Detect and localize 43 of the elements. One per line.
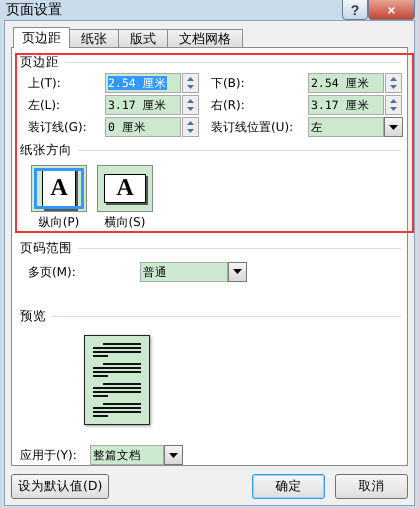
orientation-button[interactable]: A — [97, 165, 153, 212]
orientation-button[interactable]: A — [31, 165, 87, 212]
dialog-button[interactable]: 设为默认值(D) — [11, 474, 110, 499]
dropdown-button[interactable] — [164, 445, 183, 465]
tab[interactable]: 文档网格 — [167, 29, 243, 47]
field-label: 装订线位置(U): — [210, 119, 294, 136]
caret-down-icon — [169, 452, 178, 458]
spin-buttons[interactable] — [385, 95, 402, 115]
caret-down-icon — [233, 269, 242, 274]
margin-input[interactable]: 0 厘米 — [105, 117, 181, 137]
field-label: 左(L): — [28, 97, 62, 114]
help-button[interactable]: ? — [342, 0, 368, 20]
section-title: 预览 — [20, 308, 46, 325]
dropdown-button[interactable] — [384, 117, 403, 137]
tab[interactable]: 纸张 — [69, 29, 119, 47]
tab[interactable]: 页边距 — [13, 27, 70, 48]
field-label: 下(B): — [210, 75, 246, 92]
field-label: 右(R): — [210, 97, 246, 114]
caret-down-icon — [389, 124, 398, 130]
margin-input[interactable]: 3.17 厘米 — [105, 95, 181, 115]
spin-buttons[interactable] — [182, 73, 199, 93]
field-label: 多页(M): — [28, 264, 77, 281]
dialog-button[interactable]: 取消 — [335, 474, 408, 499]
orientation-label: 纵向(P) — [38, 215, 80, 230]
spin-buttons[interactable] — [182, 117, 199, 137]
field-label: 装订线(G): — [28, 119, 88, 136]
section-title: 页码范围 — [20, 240, 72, 257]
margin-input[interactable]: 2.54 厘米 — [308, 73, 384, 93]
dropdown-button[interactable] — [228, 262, 247, 282]
spin-buttons[interactable] — [182, 95, 199, 115]
dialog-button[interactable]: 确定 — [252, 474, 325, 499]
field-label: 上(T): — [28, 75, 62, 92]
section-title: 页边距 — [20, 54, 59, 71]
section-title: 纸张方向 — [20, 142, 72, 160]
field-label: 应用于(Y): — [20, 447, 78, 464]
margin-input[interactable]: 3.17 厘米 — [308, 95, 384, 115]
apply-to-select[interactable]: 整篇文档 — [90, 445, 164, 465]
orientation-label: 横向(S) — [104, 215, 146, 230]
spin-buttons[interactable] — [385, 73, 402, 93]
pages-select[interactable]: 普通 — [140, 262, 228, 282]
window-title: 页面设置 — [6, 1, 62, 19]
tab[interactable]: 版式 — [118, 29, 168, 47]
gutter-position-select[interactable]: 左 — [308, 117, 384, 137]
